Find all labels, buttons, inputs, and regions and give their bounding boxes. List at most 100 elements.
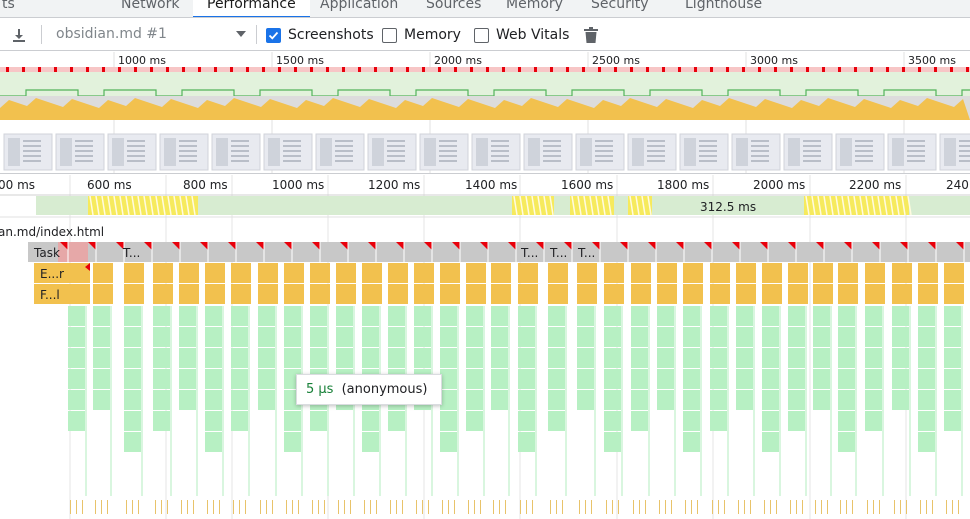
- flame-block: [284, 327, 302, 347]
- flame-tick: [207, 500, 208, 514]
- flame-tick: [138, 500, 139, 514]
- flame-tick: [585, 500, 586, 514]
- overview-longtask-marker: [438, 67, 441, 72]
- overview-screenshot-line: [959, 140, 970, 142]
- memory-label: Memory: [404, 27, 461, 43]
- screenshots-checkbox[interactable]: Screenshots: [266, 25, 374, 45]
- checkbox-checked-icon[interactable]: [266, 27, 281, 43]
- overview-longtask-marker: [630, 67, 633, 72]
- flame-tick: [750, 500, 751, 514]
- tab-performance[interactable]: Performance: [193, 0, 310, 17]
- flame-tick: [633, 500, 634, 514]
- profile-select[interactable]: obsidian.md #1: [50, 23, 250, 45]
- flame-tick: [370, 500, 371, 514]
- function-call-block: [310, 284, 330, 304]
- flame-tick: [671, 500, 672, 514]
- tab-application[interactable]: Application: [306, 0, 412, 17]
- flame-tick: [718, 500, 719, 514]
- overview-screenshot-line: [439, 145, 457, 147]
- flame-block: [683, 369, 701, 389]
- flame-block: [710, 306, 728, 326]
- timeline-overview[interactable]: 1000 ms 1500 ms 2000 ms 2500 ms 3000 ms …: [0, 52, 970, 174]
- task-short-label[interactable]: T...: [521, 246, 538, 260]
- flame-block: [336, 327, 354, 347]
- flame-block: [762, 390, 780, 410]
- task-short-label[interactable]: T...: [578, 246, 595, 260]
- tab-elements[interactable]: ts: [0, 0, 29, 17]
- overview-screenshot-line: [907, 160, 925, 162]
- flame-chart[interactable]: 00 ms 600 ms 800 ms 1000 ms 1200 ms 1400…: [0, 175, 970, 519]
- overview-longtask-marker: [214, 67, 217, 72]
- flame-block: [918, 390, 936, 410]
- flame-edge: [830, 306, 832, 496]
- overview-screenshot-line: [23, 145, 41, 147]
- tab-sources[interactable]: Sources: [412, 0, 495, 17]
- overview-longtask-marker: [966, 67, 969, 72]
- flame-tick: [493, 500, 494, 514]
- task-label[interactable]: Task: [34, 246, 60, 260]
- flame-block: [736, 306, 754, 326]
- tab-memory[interactable]: Memory: [492, 0, 577, 17]
- flame-block: [710, 411, 728, 431]
- flame-block: [736, 348, 754, 368]
- checkbox-unchecked-icon[interactable]: [474, 27, 489, 43]
- task-short-label[interactable]: T...: [550, 246, 567, 260]
- performance-toolbar: obsidian.md #1 Screenshots Memory Web Vi…: [0, 18, 970, 51]
- toolbar-divider: [41, 25, 42, 44]
- overview-longtask-marker: [150, 67, 153, 72]
- overview-screenshot-line: [855, 155, 873, 157]
- flame-edge: [621, 306, 623, 496]
- overview-screenshot-line: [959, 145, 970, 147]
- task-short-label[interactable]: T...: [123, 246, 140, 260]
- overview-longtask-marker: [182, 67, 185, 72]
- overview-longtask-marker: [838, 67, 841, 72]
- overview-fps-band: [0, 68, 970, 96]
- flame-tick: [612, 500, 613, 514]
- download-icon[interactable]: [8, 24, 30, 46]
- overview-screenshot-line: [75, 140, 93, 142]
- function-call-block: [657, 284, 677, 304]
- tab-security[interactable]: Security: [577, 0, 663, 17]
- function-call-block: [388, 284, 408, 304]
- flame-block: [918, 432, 936, 452]
- flame-block: [414, 327, 432, 347]
- flame-block: [518, 432, 536, 452]
- memory-checkbox[interactable]: Memory: [382, 25, 461, 45]
- webvitals-checkbox[interactable]: Web Vitals: [474, 25, 569, 45]
- overview-screenshot-line: [491, 145, 509, 147]
- event-block: [683, 263, 703, 283]
- flame-tick: [520, 500, 521, 514]
- flame-block: [944, 348, 962, 368]
- event-label[interactable]: E...r: [40, 267, 64, 281]
- function-call-label[interactable]: F...l: [40, 288, 60, 302]
- flame-edge: [855, 306, 857, 496]
- main-thread-url[interactable]: an.md/index.html: [0, 225, 104, 239]
- flame-edge: [594, 306, 596, 496]
- tab-network[interactable]: Network: [107, 0, 193, 17]
- long-task-hatch: [58, 242, 88, 262]
- flame-block: [683, 348, 701, 368]
- trash-icon[interactable]: [580, 24, 602, 46]
- flame-chart-canvas: [0, 175, 970, 519]
- flame-edge: [170, 306, 172, 496]
- event-block: [788, 263, 808, 283]
- overview-screenshot-line: [855, 160, 873, 162]
- overview-screenshot-line: [231, 155, 249, 157]
- flame-block: [388, 306, 406, 326]
- flame-block: [631, 390, 649, 410]
- flame-edge: [565, 306, 567, 496]
- checkbox-unchecked-icon[interactable]: [382, 27, 397, 43]
- overview-screenshot-line: [23, 150, 41, 152]
- flame-tick: [376, 500, 377, 514]
- flame-tick: [181, 500, 182, 514]
- webvitals-label: Web Vitals: [496, 27, 570, 43]
- flame-block: [683, 327, 701, 347]
- overview-longtask-marker: [118, 67, 121, 72]
- overview-screenshot-line: [751, 155, 769, 157]
- flame-tick: [132, 500, 133, 514]
- flame-tick: [422, 500, 423, 514]
- flame-tick: [428, 500, 429, 514]
- tab-lighthouse[interactable]: Lighthouse: [671, 0, 776, 17]
- timeline-ruler-label: 1600 ms: [561, 178, 614, 192]
- flame-tick: [712, 500, 713, 514]
